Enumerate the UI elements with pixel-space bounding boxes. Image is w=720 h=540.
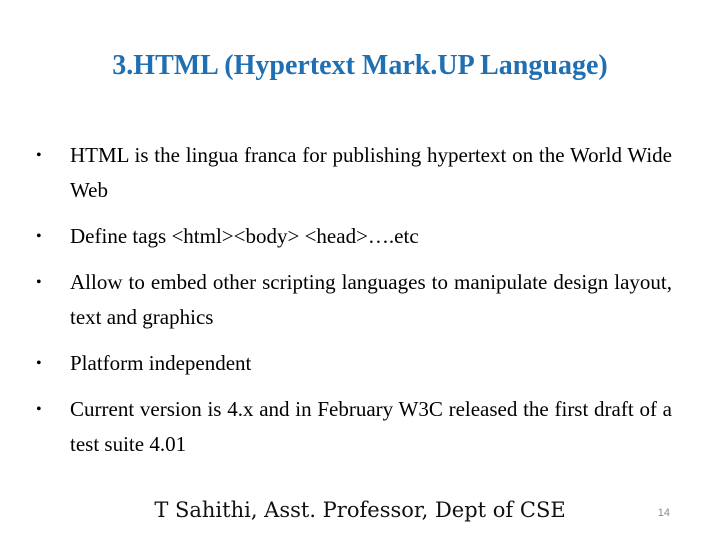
bullet-item: • Allow to embed other scripting languag… (36, 265, 672, 335)
bullet-text: Allow to embed other scripting languages… (70, 270, 672, 329)
bullet-dot-icon: • (36, 274, 42, 291)
bullet-dot-icon: • (36, 228, 42, 245)
slide-footer: T Sahithi, Asst. Professor, Dept of CSE (154, 498, 566, 522)
slide: 3.HTML (Hypertext Mark.UP Language) • HT… (0, 0, 720, 540)
bullet-dot-icon: • (36, 147, 42, 164)
bullet-dot-icon: • (36, 401, 42, 418)
bullet-text: Platform independent (70, 351, 252, 375)
bullet-item: • HTML is the lingua franca for publishi… (36, 138, 672, 208)
bullet-item: • Define tags <html><body> <head>….etc (36, 219, 672, 254)
bullet-text: Define tags <html><body> <head>….etc (70, 224, 419, 248)
slide-title: 3.HTML (Hypertext Mark.UP Language) (112, 50, 608, 81)
bullet-list: • HTML is the lingua franca for publishi… (36, 138, 672, 473)
bullet-item: • Platform independent (36, 346, 672, 381)
bullet-item: • Current version is 4.x and in February… (36, 392, 672, 462)
bullet-text: HTML is the lingua franca for publishing… (70, 143, 672, 202)
page-number: 14 (657, 507, 670, 519)
bullet-dot-icon: • (36, 355, 42, 372)
bullet-text: Current version is 4.x and in February W… (70, 397, 672, 456)
